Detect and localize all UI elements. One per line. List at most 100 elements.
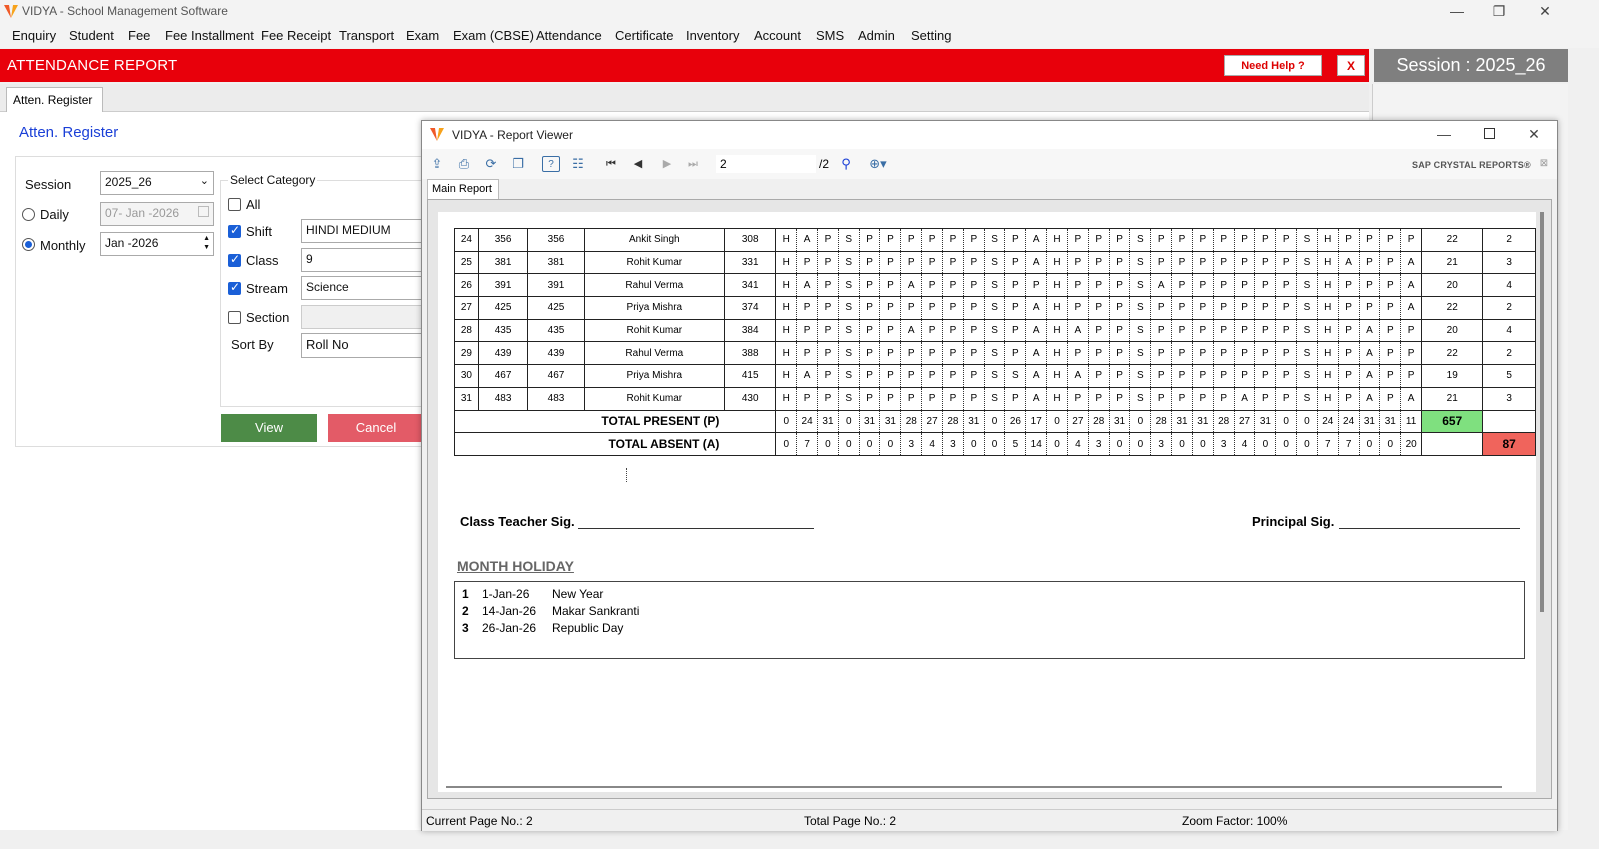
day-cell: P (1150, 341, 1173, 366)
viewer-maximize-button[interactable] (1467, 123, 1511, 147)
day-cell: S (1129, 318, 1152, 343)
session-select[interactable]: 2025_26 ⌄ (100, 171, 214, 195)
shift-checkbox[interactable] (228, 223, 241, 238)
cell-adm: 439 (477, 341, 529, 366)
day-cell: P (1400, 341, 1423, 366)
menu-exam[interactable]: Exam (406, 28, 439, 43)
menu-fee-installment[interactable]: Fee Installment (165, 28, 254, 43)
print-icon[interactable]: ⎙ (455, 156, 473, 172)
menu-sms[interactable]: SMS (816, 28, 844, 43)
day-cell: P (1212, 341, 1235, 366)
menu-inventory[interactable]: Inventory (686, 28, 739, 43)
daily-radio[interactable] (22, 208, 35, 221)
day-cell: H (1316, 364, 1339, 388)
total-cell: 7 (1337, 432, 1360, 456)
total-cell: 4 (1233, 432, 1256, 456)
chevron-down-icon: ⌄ (199, 175, 209, 187)
tab-main-report[interactable]: Main Report (427, 179, 499, 199)
close-button[interactable]: ✕ (1523, 0, 1567, 24)
cell-name: Priya Mishra (583, 364, 725, 388)
class-checkbox[interactable] (228, 252, 241, 267)
zoom-icon[interactable]: ⊕▾ (864, 156, 892, 172)
monthly-date-field[interactable]: Jan -2026 ▲ ▼ (100, 232, 214, 256)
cell-absent-count: 3 (1482, 386, 1536, 411)
shift-field[interactable]: HINDI MEDIUM (301, 219, 425, 243)
view-button[interactable]: View (221, 414, 317, 442)
day-cell: P (962, 318, 985, 343)
day-cell: P (1171, 228, 1193, 252)
copy-icon[interactable]: ❐ (509, 156, 527, 172)
day-cell: P (1191, 228, 1214, 252)
tab-atten-register[interactable]: Atten. Register (6, 87, 103, 113)
table-row: 30 467 467 Priya Mishra 415 H A P S P P P P P P S S A H A P P… (454, 364, 1536, 388)
sortby-label: Sort By (231, 337, 274, 352)
total-cell: 31 (1379, 409, 1402, 434)
cell-name: Priya Mishra (583, 296, 725, 320)
menu-exam-cbse[interactable]: Exam (CBSE) (453, 28, 534, 43)
stream-field[interactable]: Science (301, 276, 425, 300)
monthly-radio[interactable] (22, 238, 35, 251)
cell-name: Rohit Kumar (583, 386, 725, 411)
day-cell: H (1046, 228, 1068, 252)
brand-label: SAP CRYSTAL REPORTS® (1412, 160, 1531, 170)
day-cell: A (900, 273, 923, 298)
day-cell: P (1087, 364, 1110, 388)
day-cell: P (796, 296, 819, 320)
last-page-icon[interactable]: ⏭ (684, 156, 702, 172)
find-icon[interactable]: ⚲ (837, 156, 855, 172)
vertical-scrollbar[interactable] (1540, 212, 1544, 612)
total-cell: 3 (1150, 432, 1173, 456)
menu-student[interactable]: Student (69, 28, 114, 43)
all-checkbox[interactable] (228, 198, 241, 211)
section-checkbox[interactable] (228, 311, 241, 324)
first-page-icon[interactable]: ⏮ (602, 156, 620, 172)
day-cell: S (837, 228, 860, 252)
class-field[interactable]: 9 (301, 248, 425, 272)
menu-fee[interactable]: Fee (128, 28, 150, 43)
total-cell: 26 (1004, 409, 1027, 434)
day-cell: P (858, 364, 881, 388)
cancel-button[interactable]: Cancel (328, 414, 424, 442)
spinner-icon[interactable]: ▲ ▼ (203, 234, 210, 252)
menu-certificate[interactable]: Certificate (615, 28, 674, 43)
menu-fee-receipt[interactable]: Fee Receipt (261, 28, 331, 43)
day-cell: H (1046, 273, 1068, 298)
day-cell: P (1087, 296, 1110, 320)
section-field[interactable] (301, 305, 425, 329)
menu-enquiry[interactable]: Enquiry (12, 28, 56, 43)
page-number-input[interactable] (716, 155, 816, 173)
menu-account[interactable]: Account (754, 28, 801, 43)
export-icon[interactable]: ⇪ (428, 156, 446, 172)
menu-admin[interactable]: Admin (858, 28, 895, 43)
horizontal-scrollbar[interactable] (446, 786, 1502, 788)
day-cell: P (817, 386, 839, 411)
cell-id: 331 (723, 250, 777, 275)
close-tab-icon[interactable]: ⊠ (1535, 156, 1553, 172)
table-row: 25 381 381 Rohit Kumar 331 H P P S P P P P P P S P A H P P P S… (454, 250, 1536, 275)
daily-date-field[interactable]: 07- Jan -2026 (100, 202, 214, 226)
day-cell: P (1212, 273, 1235, 298)
total-cell: 0 (1254, 432, 1277, 456)
session-select-value: 2025_26 (105, 175, 152, 189)
menu-setting[interactable]: Setting (911, 28, 951, 43)
sortby-field[interactable]: Roll No (301, 333, 425, 358)
group-tree-icon[interactable]: ☷ (569, 156, 587, 172)
help-icon[interactable]: ? (542, 156, 560, 172)
minimize-button[interactable]: — (1435, 0, 1479, 24)
prev-page-icon[interactable]: ◀ (629, 156, 647, 172)
menu-attendance[interactable]: Attendance (536, 28, 602, 43)
maximize-button[interactable]: ❐ (1477, 0, 1521, 24)
day-cell: P (1066, 228, 1089, 252)
viewer-close-button[interactable]: ✕ (1512, 123, 1556, 147)
day-cell: P (1379, 250, 1402, 275)
stream-checkbox[interactable] (228, 280, 241, 295)
close-report-button[interactable]: X (1337, 55, 1365, 76)
total-cell: 24 (796, 409, 819, 434)
viewer-minimize-button[interactable]: — (1422, 123, 1466, 147)
cell-sn: 25 (454, 250, 479, 275)
next-page-icon[interactable]: ▶ (658, 156, 676, 172)
total-cell: 4 (1066, 432, 1089, 456)
menu-transport[interactable]: Transport (339, 28, 394, 43)
need-help-button[interactable]: Need Help ? (1224, 55, 1322, 76)
refresh-icon[interactable]: ⟳ (482, 156, 500, 172)
